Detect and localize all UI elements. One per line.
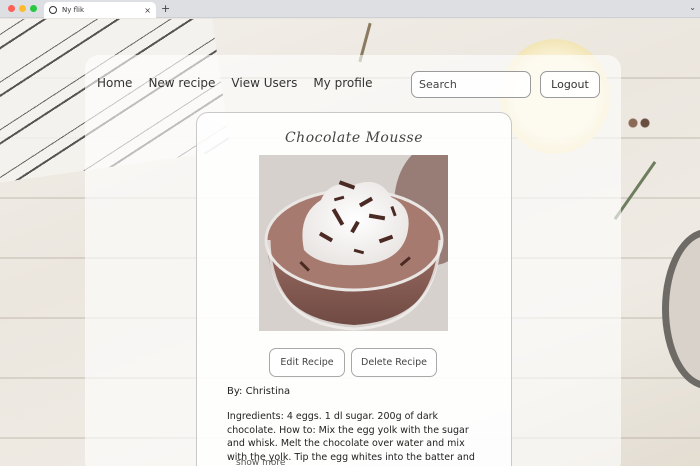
maximize-window-icon[interactable] xyxy=(30,5,37,12)
logout-button[interactable]: Logout xyxy=(540,71,600,98)
main-nav: Home New recipe View Users My profile xyxy=(97,76,373,90)
nav-home[interactable]: Home xyxy=(97,76,132,90)
bowl-decoration xyxy=(662,229,700,389)
tab-favicon-icon xyxy=(49,6,57,14)
new-tab-button[interactable]: + xyxy=(161,3,170,15)
nav-view-users[interactable]: View Users xyxy=(231,76,297,90)
browser-chrome: Ny flik × + ⌄ xyxy=(0,0,700,18)
browser-tab[interactable]: Ny flik × xyxy=(44,2,156,18)
tab-menu-chevron-icon[interactable]: ⌄ xyxy=(689,3,696,12)
search-input[interactable] xyxy=(411,71,531,98)
minimize-window-icon[interactable] xyxy=(19,5,26,12)
close-window-icon[interactable] xyxy=(8,5,15,12)
delete-recipe-button[interactable]: Delete Recipe xyxy=(351,348,437,377)
edit-recipe-button[interactable]: Edit Recipe xyxy=(269,348,345,377)
recipe-ingredients: Ingredients: 4 eggs. 1 dl sugar. 200g of… xyxy=(227,411,475,463)
nav-new-recipe[interactable]: New recipe xyxy=(148,76,215,90)
tab-close-icon[interactable]: × xyxy=(144,6,151,15)
nuts-decoration xyxy=(624,115,654,131)
chocolate-mousse-photo xyxy=(259,155,448,331)
show-more-link[interactable]: show more xyxy=(236,458,285,466)
window-controls[interactable] xyxy=(8,5,37,12)
tab-title: Ny flik xyxy=(62,6,85,14)
recipe-author: By: Christina xyxy=(227,386,291,397)
recipe-title: Chocolate Mousse xyxy=(284,130,424,146)
nav-my-profile[interactable]: My profile xyxy=(313,76,372,90)
